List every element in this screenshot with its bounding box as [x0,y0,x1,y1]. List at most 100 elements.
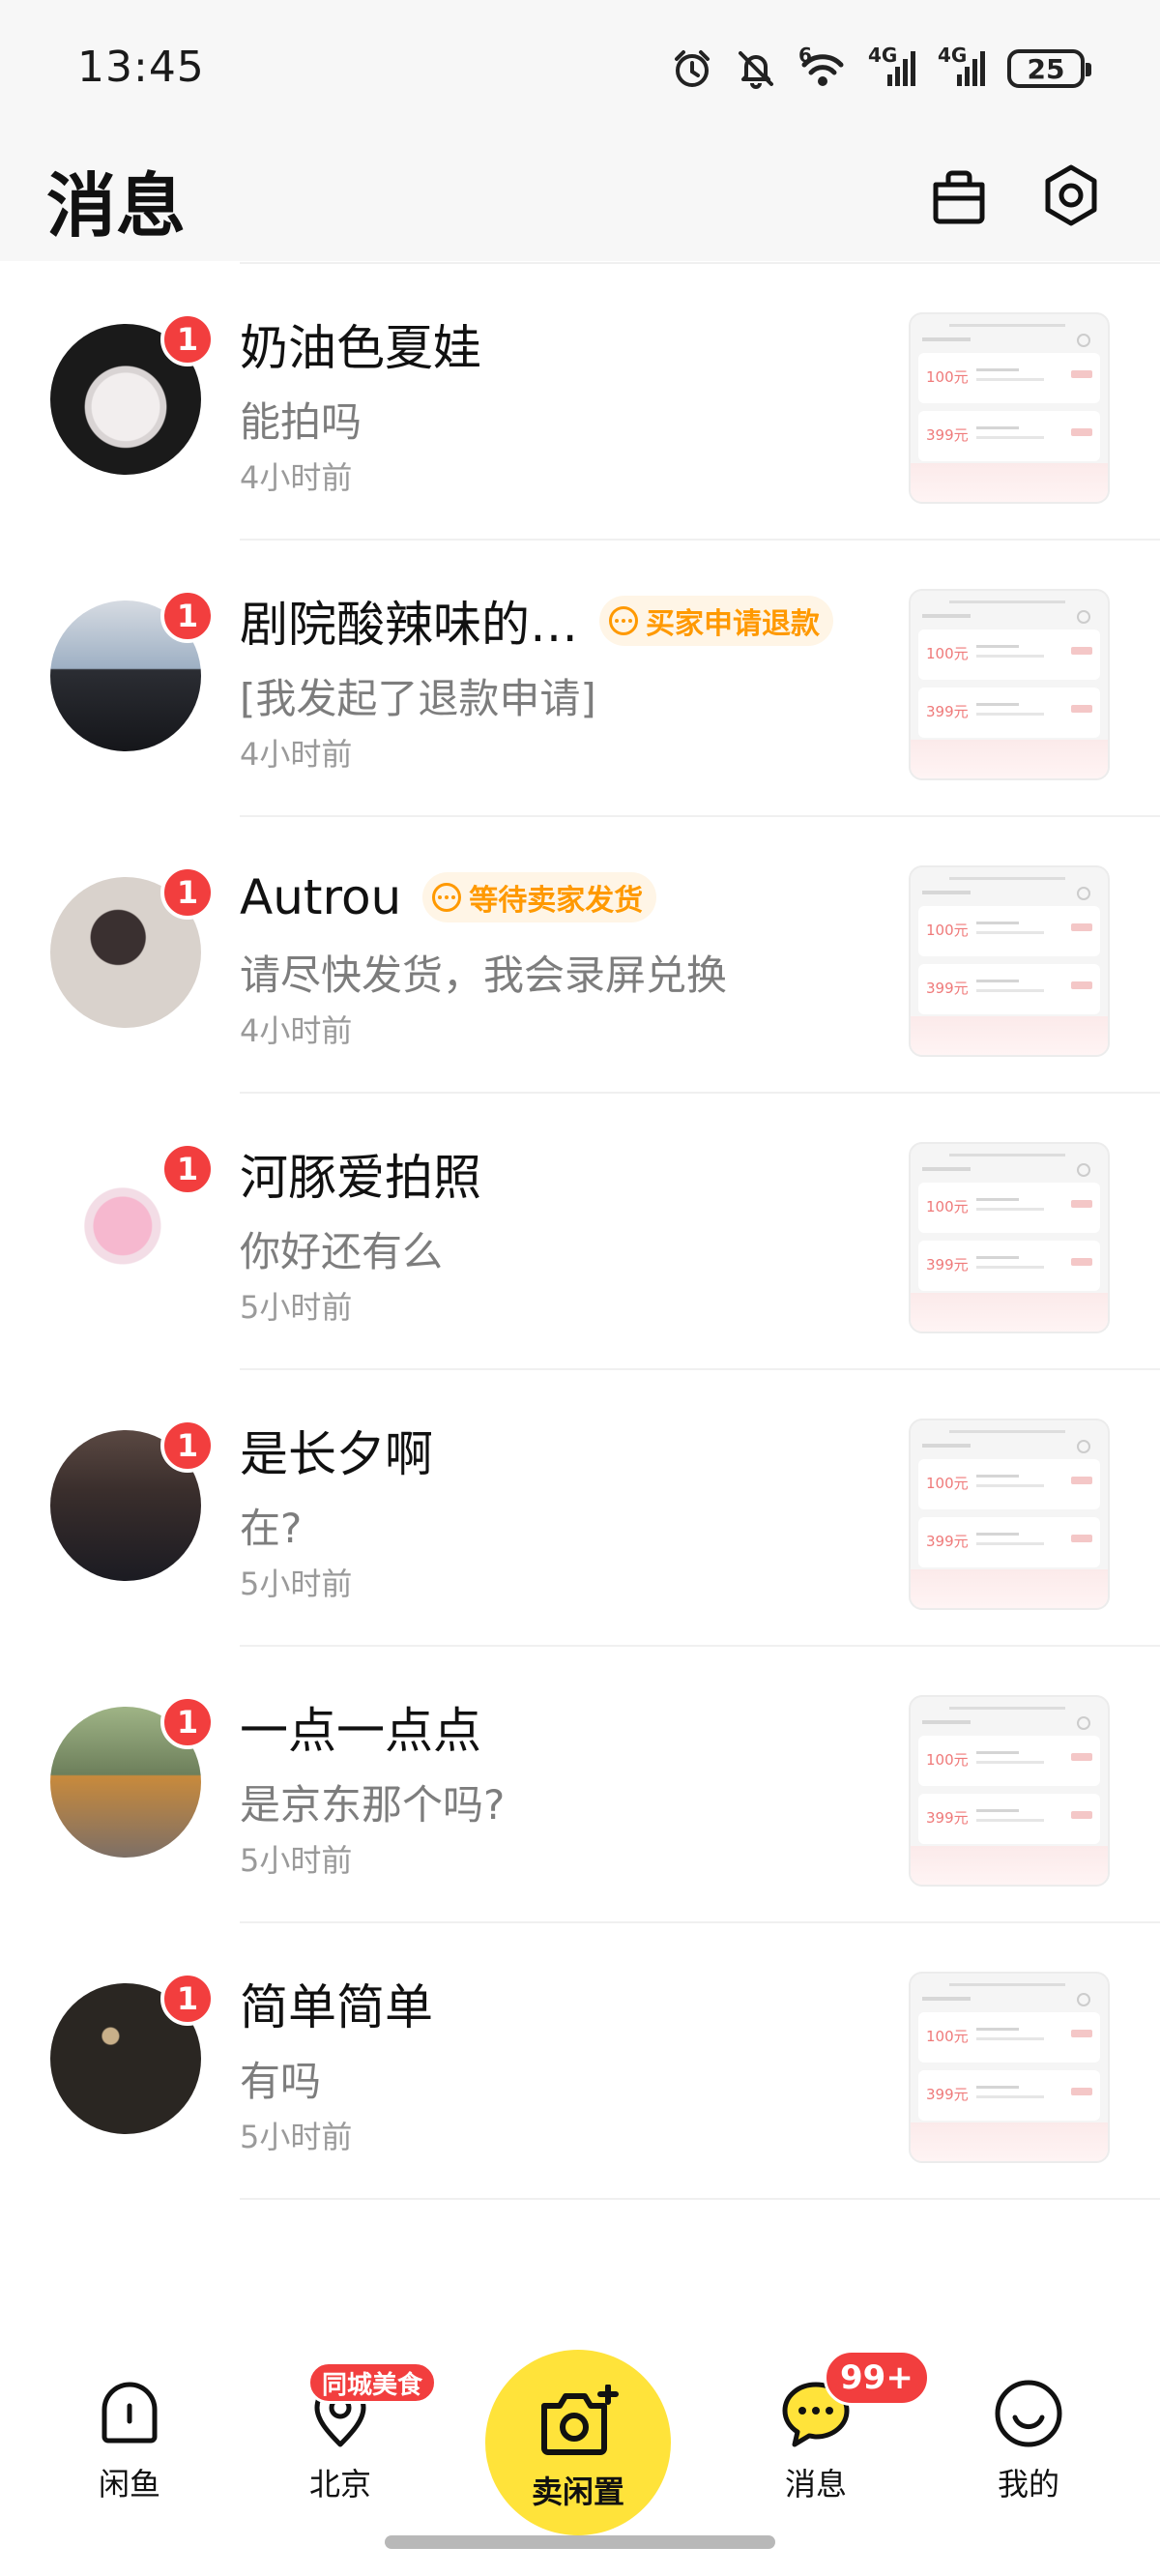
camera-plus-icon [541,2384,619,2455]
shop-bag-icon [933,170,985,224]
name-line: 剧院酸辣味的… 买家申请退款 [240,587,833,655]
battery-icon: 25 [1007,49,1091,88]
thumb-amount: 399元 [926,1809,969,1827]
smile-face-icon [995,2380,1062,2447]
last-message: 是京东那个吗? [240,1781,506,1829]
shop-button[interactable] [920,157,998,234]
alarm-icon [671,47,713,90]
message-time: 4小时前 [240,459,353,496]
thumb-amount: 100元 [926,922,969,939]
conversation-row[interactable]: 1 Autrou 等待卖家发货 请尽快发货，我会录屏兑换 4小时前 100元 399元 [0,817,1160,1094]
conversation-row[interactable]: 1 奶油色夏娃能拍吗 4小时前 100元 399元 [0,264,1160,541]
thumb-amount: 399元 [926,1256,969,1273]
thumb-amount: 100元 [926,1198,969,1215]
last-message: 你好还有么 [240,1228,444,1275]
thumb-amount: 399元 [926,2086,969,2103]
conversation-list[interactable]: 有现货吗4小时前100元399元1奶油色夏娃能拍吗4小时前100元399元1剧院… [0,261,1160,2350]
thumb-amount: 100元 [926,645,969,662]
item-thumbnail[interactable]: 100元 399元 [909,865,1110,1057]
item-thumbnail[interactable]: 100元 399元 [909,1695,1110,1887]
home-fish-icon [102,2382,158,2444]
thumb-amount: 399元 [926,1533,969,1550]
nav-me-label: 我的 [997,2466,1059,2503]
contact-name: 简单简单 [240,1979,433,2035]
name-line: 简单简单 [240,1970,433,2037]
conversation-row[interactable]: 1 一点一点点是京东那个吗? 5小时前 100元 399元 [0,1647,1160,1923]
conversation-row[interactable]: 1 剧院酸辣味的… 买家申请退款 [我发起了退款申请] 4小时前 100元 399元 [0,541,1160,817]
thumb-amount: 100元 [926,368,969,386]
sell-button[interactable]: 卖闲置 [485,2350,671,2535]
settings-button[interactable] [1032,157,1110,234]
order-status-text: 买家申请退款 [646,607,820,641]
name-line: 奶油色夏娃 [240,310,481,378]
message-time: 5小时前 [240,1566,353,1602]
header: 消息 [0,145,1160,261]
unread-badge: 1 [160,589,215,643]
contact-name: 奶油色夏娃 [240,320,481,376]
thumb-amount: 399元 [926,980,969,997]
net2-label: 4G [938,44,968,67]
name-line: 是长夕啊 [240,1417,433,1484]
item-thumbnail[interactable]: 100元 399元 [909,312,1110,504]
item-thumbnail[interactable]: 100元 399元 [909,1142,1110,1333]
last-message: 有吗 [240,2058,322,2105]
contact-name: 是长夕啊 [240,1426,433,1482]
net1-label: 4G [868,44,898,67]
more-dots-icon [609,606,638,635]
last-message: 能拍吗 [240,398,362,446]
unread-badge: 1 [160,1972,215,2026]
order-status-tag: 买家申请退款 [599,596,833,646]
message-time: 4小时前 [240,736,353,773]
nav-city-label: 北京 [308,2466,371,2503]
messages-count-badge: 99+ [824,2350,930,2406]
name-line: 一点一点点 [240,1693,481,1761]
status-bar: 13:45 6 4G 4G 25 [0,0,1160,145]
unread-badge: 1 [160,312,215,366]
nav-home-label: 闲鱼 [98,2466,160,2503]
unread-badge: 1 [160,1142,215,1196]
unread-badge: 1 [160,1695,215,1749]
contact-name: 剧院酸辣味的… [240,597,578,653]
nav-me[interactable]: 我的 [961,2377,1096,2504]
conversation-row[interactable]: 1 简单简单有吗 5小时前 100元 399元 [0,1923,1160,2200]
status-icons: 6 4G 4G 25 [671,44,1091,93]
wifi-icon: 6 [798,44,847,90]
last-message: 在? [240,1505,303,1552]
contact-name: 河豚爱拍照 [240,1150,481,1206]
nav-messages-label: 消息 [784,2466,847,2503]
order-status-text: 等待卖家发货 [469,884,644,918]
conversation-row[interactable]: 1 是长夕啊在? 5小时前 100元 399元 [0,1370,1160,1647]
order-status-tag: 等待卖家发货 [422,872,657,922]
conversation-row[interactable]: 1 河豚爱拍照你好还有么 5小时前 100元 399元 [0,1094,1160,1370]
wifi-label: 6 [798,44,812,67]
page-title: 消息 [46,165,187,247]
status-time: 13:45 [77,43,205,92]
home-indicator[interactable] [385,2535,775,2549]
thumb-amount: 100元 [926,1751,969,1769]
item-thumbnail[interactable]: 100元 399元 [909,589,1110,780]
signal-1-icon: 4G [868,44,916,90]
message-time: 5小时前 [240,2119,353,2155]
contact-name: 一点一点点 [240,1703,481,1759]
name-line: Autrou 等待卖家发货 [240,864,657,931]
signal-2-icon: 4G [938,44,986,90]
city-promo-badge: 同城美食 [307,2361,438,2404]
message-time: 5小时前 [240,1289,353,1326]
thumb-amount: 399元 [926,426,969,444]
message-time: 5小时前 [240,1842,353,1879]
item-thumbnail[interactable]: 100元 399元 [909,1419,1110,1610]
sell-label: 卖闲置 [531,2474,624,2510]
thumb-amount: 100元 [926,2028,969,2045]
mute-bell-icon [735,47,777,90]
thumb-amount: 399元 [926,703,969,720]
nav-home[interactable]: 闲鱼 [62,2377,197,2504]
item-thumbnail[interactable]: 100元 399元 [909,1972,1110,2163]
message-time: 4小时前 [240,1012,353,1049]
settings-icon [1045,164,1097,226]
thumb-amount: 100元 [926,1475,969,1492]
name-line: 河豚爱拍照 [240,1140,481,1208]
unread-badge: 1 [160,1419,215,1473]
last-message: [我发起了退款申请] [240,675,596,722]
more-dots-icon [432,883,462,912]
last-message: 请尽快发货，我会录屏兑换 [240,951,728,999]
